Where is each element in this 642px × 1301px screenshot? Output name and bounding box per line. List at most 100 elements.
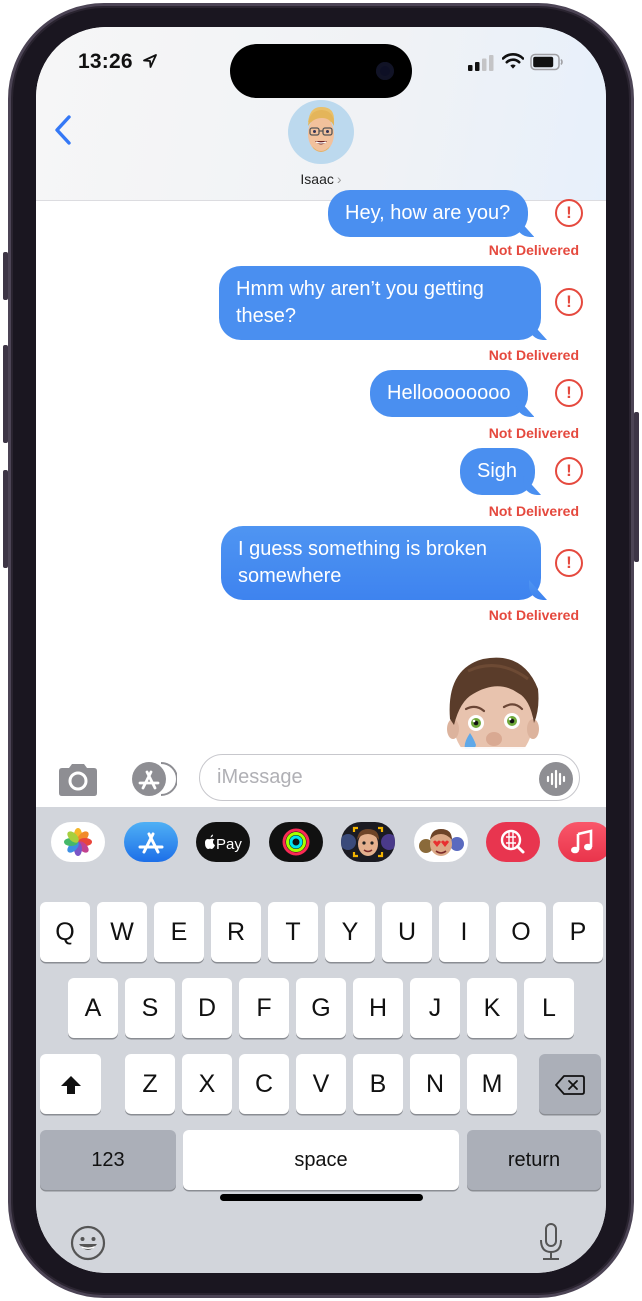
imessage-input[interactable] xyxy=(199,754,580,801)
key-q[interactable]: Q xyxy=(40,902,90,962)
home-indicator[interactable] xyxy=(220,1194,423,1201)
app-memoji[interactable] xyxy=(341,822,395,862)
message-bubble[interactable]: I guess something is broken somewhere xyxy=(221,526,541,600)
key-d[interactable]: D xyxy=(182,978,232,1038)
message-text-line: Hmm why aren’t you getting xyxy=(236,278,484,300)
error-glyph: ! xyxy=(566,383,572,402)
key-k[interactable]: K xyxy=(467,978,517,1038)
key-r[interactable]: R xyxy=(211,902,261,962)
key-e[interactable]: E xyxy=(154,902,204,962)
chevron-right-icon: › xyxy=(336,171,342,187)
not-delivered-label: Not Delivered xyxy=(488,503,579,519)
app-photos[interactable] xyxy=(51,822,105,862)
key-h[interactable]: H xyxy=(353,978,403,1038)
shift-key[interactable] xyxy=(40,1054,101,1114)
error-alert-icon[interactable]: ! xyxy=(555,457,583,485)
key-j[interactable]: J xyxy=(410,978,460,1038)
app-store[interactable] xyxy=(124,822,178,862)
key-o[interactable]: O xyxy=(496,902,546,962)
conversation-header: 13:26 Isaac › xyxy=(36,27,606,201)
error-alert-icon[interactable]: ! xyxy=(555,199,583,227)
not-delivered-label: Not Delivered xyxy=(488,425,579,441)
key-m[interactable]: M xyxy=(467,1054,517,1114)
app-music[interactable] xyxy=(558,822,606,862)
app-image-search[interactable] xyxy=(486,822,540,862)
key-i[interactable]: I xyxy=(439,902,489,962)
activity-rings-icon xyxy=(282,828,310,856)
wifi-icon xyxy=(502,53,524,69)
keyboard: Pay Q W E R T Y U I O P A S D F G H J K … xyxy=(36,807,606,1273)
message-text-line: these? xyxy=(236,305,297,327)
message-bubble[interactable]: Sigh xyxy=(460,448,536,495)
key-s[interactable]: S xyxy=(125,978,175,1038)
audio-waveform-icon xyxy=(546,769,566,789)
error-glyph: ! xyxy=(566,553,572,572)
key-x[interactable]: X xyxy=(182,1054,232,1114)
error-alert-icon[interactable]: ! xyxy=(555,288,583,316)
volume-down-button xyxy=(3,470,8,568)
memoji-stickers-icon xyxy=(419,829,464,856)
key-u[interactable]: U xyxy=(382,902,432,962)
key-l[interactable]: L xyxy=(524,978,574,1038)
dictation-button[interactable] xyxy=(538,1222,564,1262)
key-w[interactable]: W xyxy=(97,902,147,962)
location-arrow-icon xyxy=(143,54,157,68)
error-glyph: ! xyxy=(566,203,572,222)
contact-avatar[interactable] xyxy=(288,100,354,164)
app-store-button[interactable] xyxy=(127,760,177,798)
shift-icon xyxy=(60,1076,81,1095)
key-b[interactable]: B xyxy=(353,1054,403,1114)
error-glyph: ! xyxy=(566,292,572,311)
error-glyph: ! xyxy=(566,461,572,480)
return-key[interactable]: return xyxy=(467,1130,601,1190)
delete-key[interactable] xyxy=(539,1054,601,1114)
key-n[interactable]: N xyxy=(410,1054,460,1114)
app-memoji-stickers[interactable] xyxy=(414,822,468,862)
music-note-icon xyxy=(571,829,593,854)
message-bubble[interactable]: Helloooooooo xyxy=(370,370,529,417)
screen: 13:26 Isaac › Hey, how are you? ! Not De… xyxy=(36,27,606,1273)
key-g[interactable]: G xyxy=(296,978,346,1038)
action-button xyxy=(3,252,8,300)
error-alert-icon[interactable]: ! xyxy=(555,379,583,407)
key-t[interactable]: T xyxy=(268,902,318,962)
not-delivered-label: Not Delivered xyxy=(488,242,579,258)
message-text: Helloooooooo xyxy=(387,382,511,404)
key-f[interactable]: F xyxy=(239,978,289,1038)
contact-name: Isaac xyxy=(300,171,334,187)
side-power-button xyxy=(634,412,639,562)
key-v[interactable]: V xyxy=(296,1054,346,1114)
globe-search-icon xyxy=(500,829,525,854)
volume-up-button xyxy=(3,345,8,443)
memoji-avatar-icon xyxy=(308,106,335,152)
crying-memoji-sticker[interactable] xyxy=(438,649,548,749)
memoji-icon xyxy=(341,826,395,858)
key-y[interactable]: Y xyxy=(325,902,375,962)
message-text-line: somewhere xyxy=(238,565,342,587)
app-activity[interactable] xyxy=(269,822,323,862)
key-p[interactable]: P xyxy=(553,902,603,962)
contact-name-button[interactable]: Isaac › xyxy=(36,171,606,187)
message-bubble[interactable]: Hey, how are you? xyxy=(328,190,529,237)
message-text: Hey, how are you? xyxy=(345,202,511,224)
space-key[interactable]: space xyxy=(183,1130,459,1190)
audio-message-button[interactable] xyxy=(539,762,573,796)
key-a[interactable]: A xyxy=(68,978,118,1038)
message-text-line: I guess something is broken xyxy=(238,538,488,560)
app-apple-pay[interactable]: Pay xyxy=(196,822,250,862)
key-z[interactable]: Z xyxy=(125,1054,175,1114)
dynamic-island xyxy=(230,44,412,98)
message-bubble[interactable]: Hmm why aren’t you getting these? xyxy=(219,266,541,340)
message-text: Sigh xyxy=(477,460,518,482)
key-c[interactable]: C xyxy=(239,1054,289,1114)
back-button[interactable] xyxy=(52,113,74,147)
emoji-button[interactable] xyxy=(70,1225,106,1261)
numbers-key[interactable]: 123 xyxy=(40,1130,176,1190)
front-camera xyxy=(376,62,394,80)
camera-button[interactable] xyxy=(56,762,100,798)
cellular-signal-icon xyxy=(468,55,494,71)
status-time: 13:26 xyxy=(78,50,133,73)
error-alert-icon[interactable]: ! xyxy=(555,549,583,577)
delete-backspace-icon xyxy=(555,1075,585,1096)
photos-icon xyxy=(64,828,92,856)
